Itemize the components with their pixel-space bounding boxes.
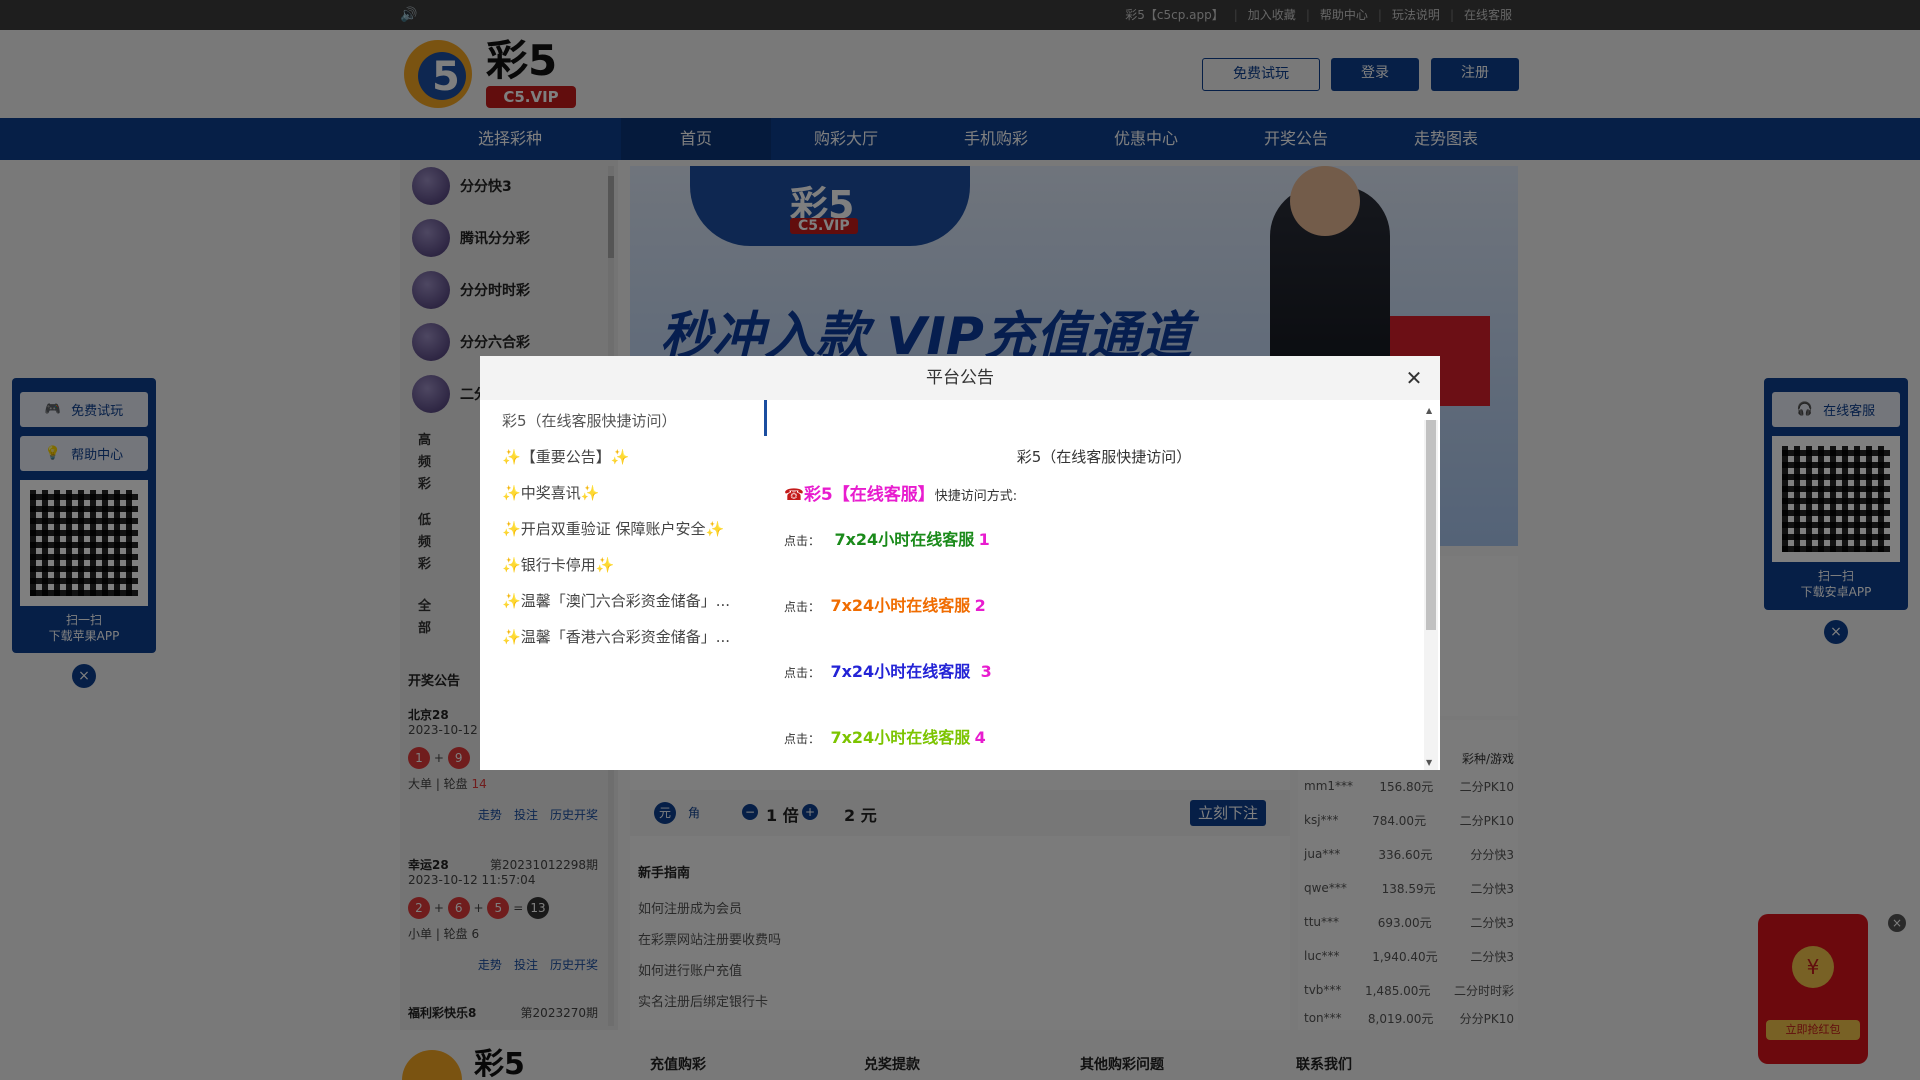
modal-title: 平台公告 xyxy=(480,356,1440,400)
announcement-item[interactable]: ✨【重要公告】✨ xyxy=(502,446,629,467)
announcement-item[interactable]: ✨温馨「澳门六合彩资金储备」... xyxy=(502,590,730,611)
service-link-1[interactable]: 7x24小时在线客服 xyxy=(834,530,974,549)
sparkle-icon: ✨ xyxy=(705,520,725,538)
sparkle-icon: ✨ xyxy=(502,628,521,646)
sparkle-icon: ✨ xyxy=(502,556,521,574)
close-icon[interactable]: ✕ xyxy=(1402,366,1426,390)
scroll-up-icon[interactable]: ▲ xyxy=(1426,406,1432,415)
service-link-2[interactable]: 7x24小时在线客服 xyxy=(830,596,970,615)
service-line: 点击： 7x24小时在线客服 3 xyxy=(784,658,992,682)
announcement-item[interactable]: 彩5（在线客服快捷访问） xyxy=(502,410,677,431)
sparkle-icon: ✨ xyxy=(502,448,521,466)
intro-brand: 彩5【在线客服】 xyxy=(803,485,935,505)
service-link-num: 1 xyxy=(978,530,990,549)
service-link-num: 3 xyxy=(980,662,992,681)
click-label: 点击： xyxy=(784,732,821,746)
announcement-label: 开启双重验证 保障账户安全 xyxy=(520,520,706,538)
announcement-list: 彩5（在线客服快捷访问） ✨【重要公告】✨ ✨中奖喜讯✨ ✨开启双重验证 保障账… xyxy=(480,400,768,770)
click-label: 点击： xyxy=(784,534,821,548)
service-link-num: 4 xyxy=(974,728,986,747)
service-line: 点击： 7x24小时在线客服 1 xyxy=(784,526,990,550)
announcement-item[interactable]: ✨温馨「香港六合彩资金储备」... xyxy=(502,626,730,647)
sparkle-icon: ✨ xyxy=(502,520,521,538)
content-scroll-thumb[interactable] xyxy=(1426,420,1436,630)
sparkle-icon: ✨ xyxy=(595,556,615,574)
content-intro: ☎彩5【在线客服】快捷访问方式: xyxy=(784,480,1017,505)
click-label: 点击： xyxy=(784,666,821,680)
content-title: 彩5（在线客服快捷访问） xyxy=(1016,448,1192,466)
sparkle-icon: ✨ xyxy=(502,484,521,502)
service-link-3[interactable]: 7x24小时在线客服 xyxy=(830,662,970,681)
sparkle-icon: ✨ xyxy=(502,592,521,610)
service-line: 点击： 7x24小时在线客服 2 xyxy=(784,592,986,616)
service-line: 点击： 7x24小时在线客服 4 xyxy=(784,724,986,748)
click-label: 点击： xyxy=(784,600,821,614)
phone-icon: ☎ xyxy=(784,485,804,504)
service-link-num: 2 xyxy=(974,596,986,615)
announcement-label: 温馨「澳门六合彩资金储备」... xyxy=(520,592,730,610)
announcement-label: 【重要公告】 xyxy=(520,448,611,466)
announcement-label: 温馨「香港六合彩资金储备」... xyxy=(520,628,730,646)
announcement-item[interactable]: ✨中奖喜讯✨ xyxy=(502,482,599,503)
announcement-item[interactable]: ✨银行卡停用✨ xyxy=(502,554,614,575)
service-link-4[interactable]: 7x24小时在线客服 xyxy=(830,728,970,747)
scroll-down-icon[interactable]: ▼ xyxy=(1426,758,1432,767)
sparkle-icon: ✨ xyxy=(610,448,630,466)
announcement-label: 中奖喜讯 xyxy=(520,484,581,502)
announcement-label: 银行卡停用 xyxy=(520,556,596,574)
active-indicator xyxy=(764,400,767,436)
intro-rest: 快捷访问方式: xyxy=(934,489,1018,504)
announcement-item[interactable]: ✨开启双重验证 保障账户安全✨ xyxy=(502,518,724,539)
announcement-modal: 平台公告 ✕ 彩5（在线客服快捷访问） ✨【重要公告】✨ ✨中奖喜讯✨ ✨开启双… xyxy=(480,356,1440,770)
announcement-content: 彩5（在线客服快捷访问） ☎彩5【在线客服】快捷访问方式: 点击： 7x24小时… xyxy=(768,400,1440,770)
sparkle-icon: ✨ xyxy=(580,484,600,502)
